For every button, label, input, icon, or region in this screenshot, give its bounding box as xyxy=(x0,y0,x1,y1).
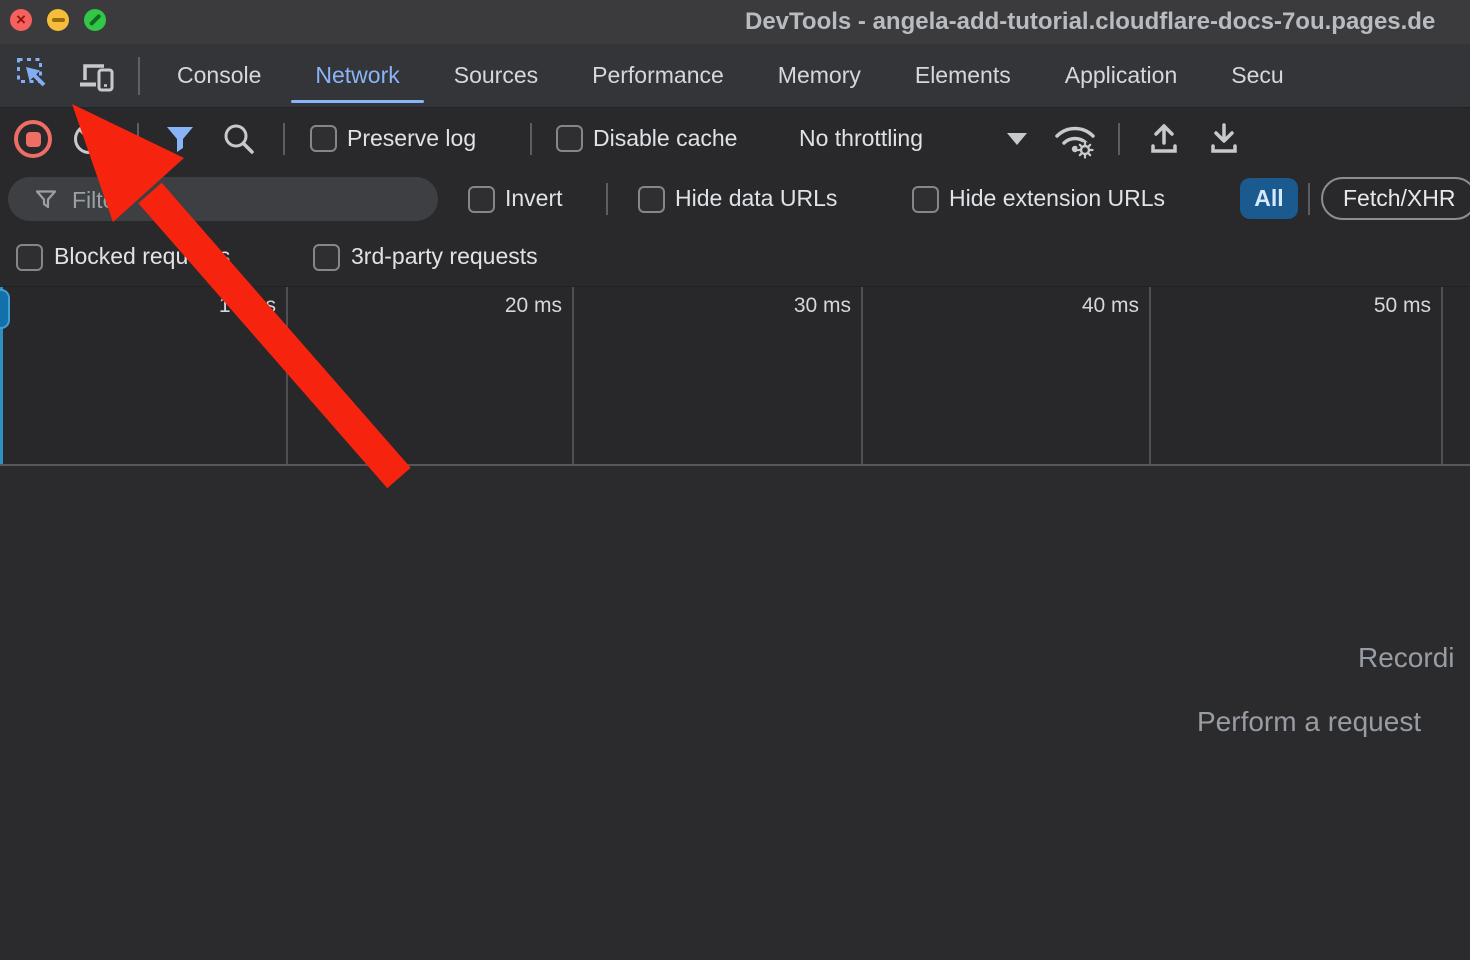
hide-extension-urls-label: Hide extension URLs xyxy=(949,183,1165,213)
disable-cache-checkbox[interactable] xyxy=(556,125,583,152)
timeline-tick-label: 40 ms xyxy=(1082,294,1139,318)
zoom-icon xyxy=(89,14,101,26)
blocked-requests-checkbox[interactable] xyxy=(16,244,43,271)
timeline-gridline xyxy=(861,287,863,464)
request-type-fetch-xhr-button[interactable]: Fetch/XHR xyxy=(1321,177,1470,220)
timeline-gridline xyxy=(286,287,288,464)
toolbar-separator xyxy=(530,123,532,155)
toolbar-separator xyxy=(283,123,285,155)
minimize-window-button[interactable] xyxy=(47,9,69,31)
clear-network-log-button[interactable] xyxy=(72,122,106,156)
blocked-requests-label: Blocked requests xyxy=(54,241,230,271)
network-conditions-icon xyxy=(1050,120,1098,160)
window-titlebar: × DevTools - angela-add-tutorial.cloudfl… xyxy=(0,0,1470,44)
toolbar-separator xyxy=(137,123,139,155)
download-icon xyxy=(1206,121,1242,157)
toolbar-separator xyxy=(606,183,608,215)
throttling-select[interactable]: No throttling xyxy=(799,123,923,153)
filter-toggle-button[interactable] xyxy=(163,122,197,156)
filter-funnel-small-icon xyxy=(34,187,58,211)
zoom-window-button[interactable] xyxy=(84,9,106,31)
import-har-button[interactable] xyxy=(1146,121,1182,157)
timeline-tick-label: 30 ms xyxy=(794,294,851,318)
record-stop-icon xyxy=(26,132,41,147)
network-conditions-button[interactable] xyxy=(1050,120,1098,160)
request-type-all-button[interactable]: All xyxy=(1240,178,1298,219)
network-filter-bar-row2: Blocked requests 3rd-party requests xyxy=(0,228,1470,286)
toolbar-separator xyxy=(1118,123,1120,155)
tab-console[interactable]: Console xyxy=(150,44,288,107)
preserve-log-checkbox[interactable] xyxy=(310,125,337,152)
timeline-gridline xyxy=(572,287,574,464)
hide-data-urls-label: Hide data URLs xyxy=(675,183,837,213)
upload-icon xyxy=(1146,121,1182,157)
export-har-button[interactable] xyxy=(1206,121,1242,157)
search-icon xyxy=(220,120,258,158)
hide-extension-urls-checkbox[interactable] xyxy=(912,186,939,213)
network-request-list: Recordi Perform a request xyxy=(0,466,1470,960)
search-network-button[interactable] xyxy=(220,120,258,158)
tab-elements[interactable]: Elements xyxy=(888,44,1038,107)
timeline-gridline xyxy=(1149,287,1151,464)
tab-sources[interactable]: Sources xyxy=(427,44,565,107)
toolbar-separator xyxy=(1308,183,1310,215)
overview-resize-handle[interactable] xyxy=(0,289,10,329)
tabbar-separator xyxy=(138,57,140,95)
hide-data-urls-checkbox[interactable] xyxy=(638,186,665,213)
filter-input[interactable] xyxy=(70,181,424,219)
invert-checkbox[interactable] xyxy=(468,186,495,213)
disable-cache-label: Disable cache xyxy=(593,123,737,153)
tab-application[interactable]: Application xyxy=(1038,44,1205,107)
invert-label: Invert xyxy=(505,183,563,213)
close-window-button[interactable]: × xyxy=(10,9,32,31)
timeline-gridline xyxy=(1441,287,1443,464)
minimize-icon xyxy=(52,18,65,22)
network-overview-timeline[interactable]: 10 ms 20 ms 30 ms 40 ms 50 ms xyxy=(0,286,1470,466)
toggle-device-toolbar-button[interactable] xyxy=(78,58,116,94)
network-filter-bar: Invert Hide data URLs Hide extension URL… xyxy=(0,170,1470,228)
preserve-log-label: Preserve log xyxy=(347,123,476,153)
tab-memory[interactable]: Memory xyxy=(751,44,888,107)
timeline-tick-label: 20 ms xyxy=(505,294,562,318)
timeline-tick-label: 10 ms xyxy=(219,294,276,318)
tab-network[interactable]: Network xyxy=(288,44,426,107)
third-party-requests-checkbox[interactable] xyxy=(313,244,340,271)
network-toolbar: Preserve log Disable cache No throttling xyxy=(0,108,1470,170)
tab-security[interactable]: Secu xyxy=(1204,44,1310,107)
device-toolbar-icon xyxy=(78,58,116,94)
clear-icon xyxy=(72,122,106,156)
timeline-tick-label: 50 ms xyxy=(1374,294,1431,318)
inspect-element-button[interactable] xyxy=(16,57,52,93)
window-title: DevTools - angela-add-tutorial.cloudflar… xyxy=(745,8,1435,36)
close-icon: × xyxy=(16,11,26,28)
filter-input-container xyxy=(8,177,438,221)
perform-request-hint-text: Perform a request xyxy=(1197,706,1421,738)
tab-performance[interactable]: Performance xyxy=(565,44,751,107)
filter-funnel-icon xyxy=(163,122,197,156)
devtools-tabs: Console Network Sources Performance Memo… xyxy=(150,44,1311,107)
chevron-down-icon[interactable] xyxy=(1007,133,1027,145)
third-party-requests-label: 3rd-party requests xyxy=(351,241,538,271)
record-network-log-button[interactable] xyxy=(14,120,52,158)
recording-hint-text: Recordi xyxy=(1358,642,1454,674)
inspect-cursor-icon xyxy=(16,57,52,93)
